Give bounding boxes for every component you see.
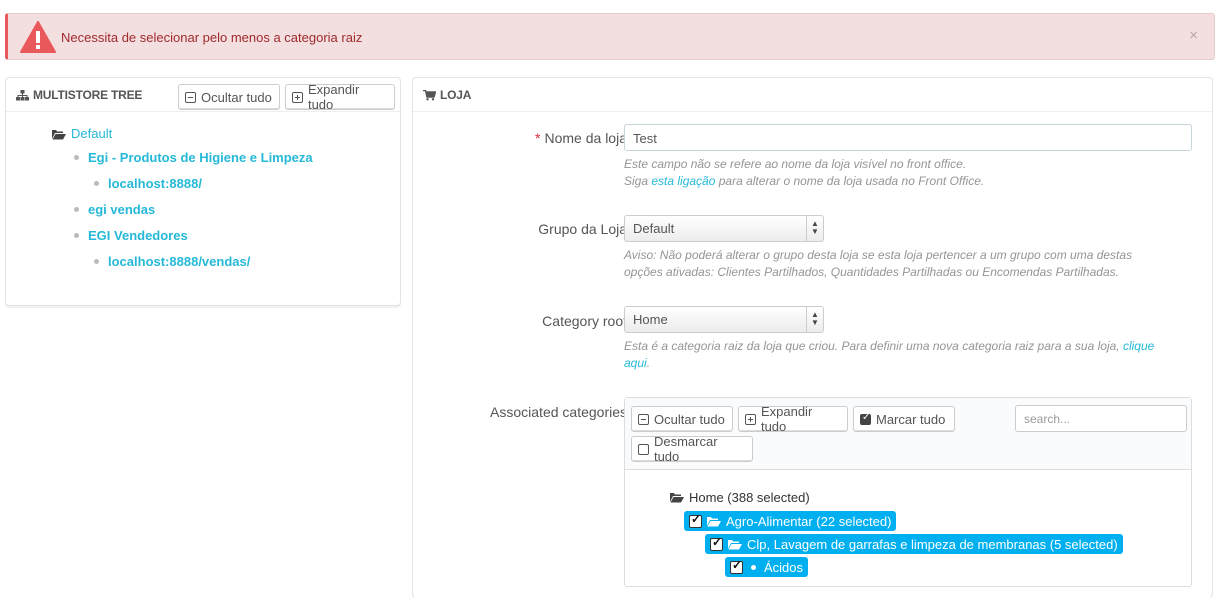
- multistore-collapse-button[interactable]: Ocultar tudo: [178, 84, 280, 110]
- tree-item-label[interactable]: Egi - Produtos de Higiene e Limpeza: [88, 150, 313, 165]
- shop-name-help-line1: Este campo não se refere ao nome da loja…: [624, 157, 967, 171]
- bullet-icon: [751, 564, 756, 570]
- tree-item-group[interactable]: EGI Vendedores: [74, 228, 188, 243]
- shop-name-link[interactable]: esta ligação: [651, 174, 715, 188]
- bullet-icon: [74, 207, 79, 213]
- tree-item-label[interactable]: Default: [71, 126, 112, 141]
- select-arrows-icon: ▲ ▼: [806, 216, 823, 241]
- multistore-panel-header: MULTISTORE TREE Ocultar tudo Expandir tu…: [6, 78, 400, 112]
- shop-title: LOJA: [423, 88, 471, 102]
- shop-group-value: Default: [633, 221, 675, 236]
- tree-item-group[interactable]: egi vendas: [74, 202, 155, 217]
- checkbox-checked[interactable]: [730, 558, 743, 574]
- multistore-title-text: MULTISTORE TREE: [33, 88, 143, 102]
- shop-name-help: Este campo não se refere ao nome da loja…: [624, 156, 984, 190]
- shop-name-label-text: Nome da loja: [544, 130, 628, 146]
- category-node-selected[interactable]: Ácidos: [725, 557, 809, 577]
- uncheck-all-button[interactable]: Desmarcar tudo: [631, 434, 753, 464]
- shop-group-select[interactable]: Default ▲ ▼: [624, 215, 824, 242]
- warning-icon: [20, 21, 56, 53]
- categories-collapse-label: Ocultar tudo: [654, 411, 725, 427]
- help-text: Siga: [624, 174, 652, 188]
- bullet-icon: [74, 233, 79, 239]
- category-node-label: Home (388 selected): [689, 490, 810, 505]
- tree-item-label[interactable]: EGI Vendedores: [88, 228, 188, 243]
- check-square-icon: [860, 412, 871, 425]
- folder-open-icon: [707, 516, 721, 526]
- category-root-help-line1: Esta é a categoria raiz da loja que crio…: [624, 338, 1154, 355]
- help-text: Esta é a categoria raiz da loja que crio…: [624, 339, 1123, 353]
- category-search-input[interactable]: search...: [1015, 405, 1187, 432]
- multistore-expand-button[interactable]: Expandir tudo: [285, 82, 395, 112]
- plus-square-icon: [745, 413, 756, 425]
- check-all-label: Marcar tudo: [876, 411, 946, 427]
- category-node-label: Clp, Lavagem de garrafas e limpeza de me…: [747, 536, 1118, 552]
- uncheck-all-label: Desmarcar tudo: [653, 434, 718, 464]
- minus-square-icon: [638, 413, 649, 425]
- shop-group-help-line2: opções ativadas: Clientes Partilhados, Q…: [624, 265, 1119, 279]
- category-node[interactable]: Home (388 selected): [670, 490, 810, 505]
- shop-panel-header: LOJA: [413, 78, 1212, 112]
- bullet-icon: [94, 259, 99, 265]
- minus-square-icon: [185, 91, 196, 103]
- category-root-help-line2: aqui.: [624, 355, 1154, 372]
- categories-collapse-button[interactable]: Ocultar tudo: [631, 406, 733, 432]
- category-root-label: Category root: [542, 313, 627, 329]
- folder-open-icon: [52, 130, 66, 140]
- category-tree-box: Ocultar tudo Expandir tudo Marcar tudo D…: [624, 397, 1192, 587]
- category-node-selected[interactable]: Clp, Lavagem de garrafas e limpeza de me…: [705, 534, 1123, 554]
- check-all-button[interactable]: Marcar tudo: [853, 406, 955, 432]
- alert-message: Necessita de selecionar pelo menos a cat…: [61, 30, 363, 45]
- category-node-label: Ácidos: [764, 559, 804, 575]
- folder-open-icon: [728, 539, 742, 549]
- shop-group-help-line1: Aviso: Não poderá alterar o grupo desta …: [624, 248, 1133, 262]
- tree-item-shop[interactable]: localhost:8888/: [94, 176, 202, 191]
- categories-expand-button[interactable]: Expandir tudo: [738, 404, 848, 434]
- multistore-tree-panel: MULTISTORE TREE Ocultar tudo Expandir tu…: [5, 77, 401, 306]
- folder-open-icon: [670, 493, 684, 503]
- help-text: .: [646, 356, 651, 370]
- category-root-value: Home: [633, 312, 668, 327]
- category-root-link[interactable]: aqui: [624, 356, 647, 370]
- associated-categories-label: Associated categories: [490, 404, 627, 420]
- checkbox-checked[interactable]: [710, 535, 723, 551]
- bullet-icon: [74, 155, 79, 161]
- error-alert: Necessita de selecionar pelo menos a cat…: [5, 13, 1215, 60]
- tree-item-label[interactable]: egi vendas: [88, 202, 155, 217]
- shop-group-label: Grupo da Loja: [538, 221, 627, 237]
- category-root-link[interactable]: clique: [1123, 339, 1154, 353]
- required-marker: *: [535, 130, 541, 146]
- checkbox-checked[interactable]: [689, 512, 702, 528]
- shop-title-text: LOJA: [440, 88, 472, 102]
- shop-name-help-line2: Siga esta ligação para alterar o nome da…: [624, 173, 984, 190]
- help-text: para alterar o nome da loja usada no Fro…: [715, 174, 985, 188]
- shop-name-input[interactable]: Test: [624, 124, 1192, 151]
- select-arrows-icon: ▲ ▼: [806, 307, 823, 332]
- category-node-label: Agro-Alimentar (22 selected): [726, 513, 892, 529]
- tree-item-label[interactable]: localhost:8888/: [108, 176, 202, 191]
- tree-item-group[interactable]: Egi - Produtos de Higiene e Limpeza: [74, 150, 313, 165]
- multistore-title: MULTISTORE TREE: [16, 88, 142, 102]
- category-node-selected[interactable]: Agro-Alimentar (22 selected): [684, 511, 897, 531]
- category-root-help: Esta é a categoria raiz da loja que crio…: [624, 338, 1154, 372]
- categories-expand-label: Expandir tudo: [760, 404, 813, 434]
- square-icon: [638, 443, 649, 455]
- tree-item-label[interactable]: localhost:8888/vendas/: [108, 254, 250, 269]
- multistore-expand-label: Expandir tudo: [307, 82, 360, 112]
- cart-icon: [423, 89, 436, 100]
- bullet-icon: [94, 181, 99, 187]
- sitemap-icon: [16, 89, 29, 100]
- shop-name-label: * Nome da loja: [535, 130, 627, 146]
- plus-square-icon: [292, 91, 303, 103]
- category-tree-toolbar: Ocultar tudo Expandir tudo Marcar tudo D…: [625, 398, 1191, 470]
- close-icon[interactable]: ×: [1189, 27, 1198, 44]
- shop-group-help: Aviso: Não poderá alterar o grupo desta …: [624, 247, 1132, 281]
- multistore-collapse-label: Ocultar tudo: [201, 89, 272, 105]
- tree-item-shop[interactable]: localhost:8888/vendas/: [94, 254, 250, 269]
- category-root-select[interactable]: Home ▲ ▼: [624, 306, 824, 333]
- tree-item-default[interactable]: Default: [52, 126, 112, 141]
